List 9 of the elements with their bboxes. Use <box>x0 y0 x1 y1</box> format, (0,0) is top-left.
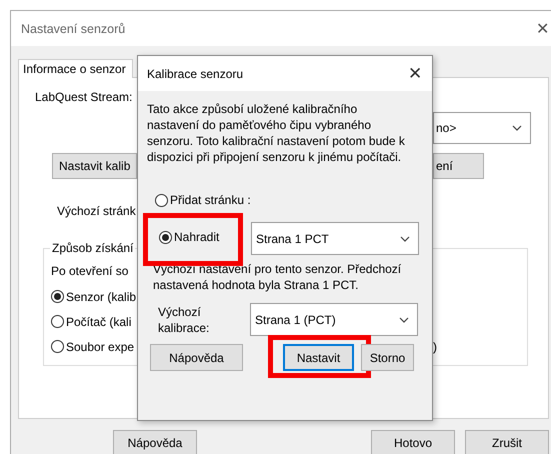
field-label: Výchozí stránk <box>57 204 136 218</box>
dialog-title: Kalibrace senzoru <box>147 66 244 80</box>
group-title: Způsob získání <box>50 241 136 255</box>
option-text: ) <box>433 340 437 354</box>
field-label: LabQuest Stream: <box>35 90 132 104</box>
window-title: Nastavení senzorů <box>21 22 126 36</box>
message-text: Tato akce způsobí uložené kalibračního nastavení do paměťového čipu vybraného senzoru. Toto kalibrační nastavení potom bude k dispozici při připojení senzoru k jinému počítači. <box>147 101 406 165</box>
field-label: Výchozí kalibrace: <box>158 304 210 336</box>
group-prompt: Po otevření so <box>51 264 128 280</box>
